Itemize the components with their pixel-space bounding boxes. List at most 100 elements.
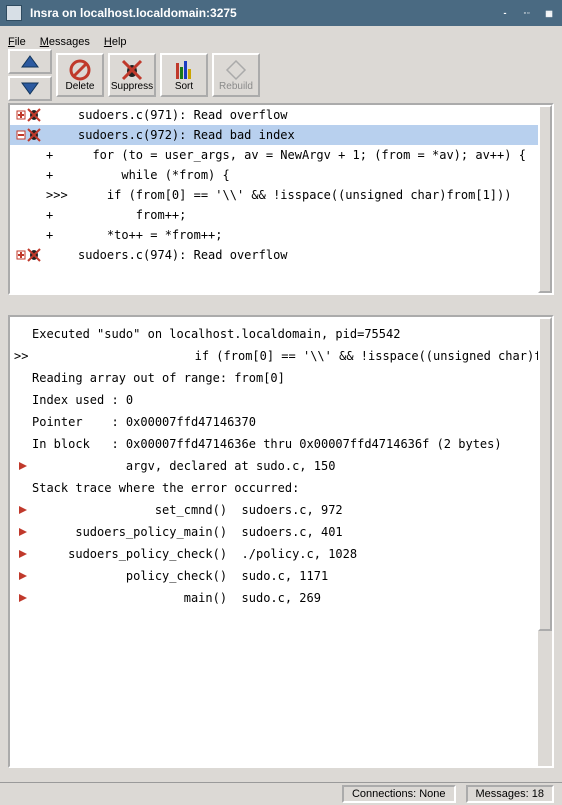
detail-text-span: main() sudo.c, 269	[32, 587, 538, 609]
status-messages: Messages: 18	[466, 785, 554, 803]
row-text: for (to = user_args, av = NewArgv + 1; (…	[78, 148, 526, 162]
minimize-button[interactable]: -	[498, 6, 512, 20]
app-icon	[6, 5, 22, 21]
bars-icon	[173, 59, 195, 81]
delete-button[interactable]: Delete	[56, 53, 104, 97]
error-row[interactable]: >>> if (from[0] == '\\' && !isspace((uns…	[10, 185, 538, 205]
error-row[interactable]: + while (*from) {	[10, 165, 538, 185]
detail-text-span: In block : 0x00007ffd4714636e thru 0x000…	[32, 433, 538, 455]
bug-cross-icon	[121, 59, 143, 81]
detail-text-span: Pointer : 0x00007ffd47146370	[32, 411, 538, 433]
detail-text-span: >> if (from[0] == '\\' && !isspace((unsi…	[14, 345, 538, 367]
row-marker: +	[46, 208, 78, 222]
status-connections: Connections: None	[342, 785, 456, 803]
expand-triangle-icon[interactable]	[14, 455, 32, 477]
expand-triangle-icon[interactable]	[14, 543, 32, 565]
detail-line: Stack trace where the error occurred:	[10, 477, 538, 499]
detail-line: sudoers_policy_main() sudoers.c, 401	[10, 521, 538, 543]
detail-line: sudoers_policy_check() ./policy.c, 1028	[10, 543, 538, 565]
window-title: Insra on localhost.localdomain:3275	[30, 6, 237, 20]
detail-pane-ruler[interactable]	[8, 768, 554, 778]
sort-button[interactable]: Sort	[160, 53, 208, 97]
minus-bug-icon	[14, 128, 46, 142]
expand-triangle-icon[interactable]	[14, 499, 32, 521]
detail-text-span: sudoers_policy_check() ./policy.c, 1028	[32, 543, 538, 565]
error-pane-ruler[interactable]	[8, 297, 554, 307]
delete-label: Delete	[66, 81, 95, 92]
expand-triangle-icon	[14, 433, 32, 455]
error-row[interactable]: + *to++ = *from++;	[10, 225, 538, 245]
error-row[interactable]: sudoers.c(974): Read overflow	[10, 245, 538, 265]
row-marker: +	[46, 148, 78, 162]
error-row[interactable]: + for (to = user_args, av = NewArgv + 1;…	[10, 145, 538, 165]
error-list-pane: sudoers.c(971): Read overflow sudoers.c(9…	[8, 103, 554, 295]
row-text: sudoers.c(972): Read bad index	[78, 128, 295, 142]
error-row[interactable]: sudoers.c(972): Read bad index	[10, 125, 538, 145]
rebuild-label: Rebuild	[219, 81, 253, 92]
detail-line: set_cmnd() sudoers.c, 972	[10, 499, 538, 521]
row-marker: >>>	[46, 188, 78, 202]
detail-text-span: Index used : 0	[32, 389, 538, 411]
maximize-button[interactable]: ▫▫	[520, 6, 534, 20]
detail-line: In block : 0x00007ffd4714636e thru 0x000…	[10, 433, 538, 455]
detail-line: Index used : 0	[10, 389, 538, 411]
error-row[interactable]: + from++;	[10, 205, 538, 225]
detail-line: argv, declared at sudo.c, 150	[10, 455, 538, 477]
error-list[interactable]: sudoers.c(971): Read overflow sudoers.c(9…	[10, 105, 538, 293]
detail-pane: Executed "sudo" on localhost.localdomain…	[8, 315, 554, 768]
diamond-icon	[225, 59, 247, 81]
suppress-label: Suppress	[111, 81, 153, 92]
detail-line: Executed "sudo" on localhost.localdomain…	[10, 323, 538, 345]
no-entry-icon	[69, 59, 91, 81]
toolbar: Delete Suppress Sort Rebuild	[0, 48, 562, 103]
arrow-up-icon	[21, 55, 39, 68]
row-marker: +	[46, 168, 78, 182]
expand-triangle-icon	[14, 477, 32, 499]
down-arrow-button[interactable]	[8, 76, 52, 101]
rebuild-button[interactable]: Rebuild	[212, 53, 260, 97]
error-list-scrollbar[interactable]	[538, 105, 552, 293]
workspace: sudoers.c(971): Read overflow sudoers.c(9…	[0, 103, 562, 782]
error-row[interactable]: sudoers.c(971): Read overflow	[10, 105, 538, 125]
row-text: sudoers.c(971): Read overflow	[78, 108, 288, 122]
detail-line: policy_check() sudo.c, 1171	[10, 565, 538, 587]
up-arrow-button[interactable]	[8, 49, 52, 74]
expand-triangle-icon[interactable]	[14, 565, 32, 587]
row-text: *to++ = *from++;	[78, 228, 223, 242]
detail-text-span: Executed "sudo" on localhost.localdomain…	[32, 323, 538, 345]
row-text: while (*from) {	[78, 168, 230, 182]
expand-triangle-icon	[14, 367, 32, 389]
menu-messages[interactable]: Messages	[40, 36, 90, 48]
row-marker: +	[46, 228, 78, 242]
expand-triangle-icon[interactable]	[14, 587, 32, 609]
arrow-down-icon	[21, 82, 39, 95]
detail-text-span: Stack trace where the error occurred:	[32, 477, 538, 499]
row-text: from++;	[78, 208, 186, 222]
expand-triangle-icon	[14, 411, 32, 433]
row-text: if (from[0] == '\\' && !isspace((unsigne…	[78, 188, 511, 202]
status-bar: Connections: None Messages: 18	[0, 782, 562, 805]
detail-text-span: sudoers_policy_main() sudoers.c, 401	[32, 521, 538, 543]
detail-line: Reading array out of range: from[0]	[10, 367, 538, 389]
sort-label: Sort	[175, 81, 193, 92]
expand-triangle-icon	[14, 389, 32, 411]
expand-triangle-icon	[14, 323, 32, 345]
menu-help[interactable]: Help	[104, 36, 127, 48]
tile-button[interactable]: ▦	[542, 6, 556, 20]
suppress-button[interactable]: Suppress	[108, 53, 156, 97]
app-window: Insra on localhost.localdomain:3275 - ▫▫…	[0, 0, 562, 805]
detail-text[interactable]: Executed "sudo" on localhost.localdomain…	[10, 317, 538, 766]
plus-bug-icon	[14, 248, 46, 262]
detail-scrollbar[interactable]	[538, 317, 552, 766]
titlebar: Insra on localhost.localdomain:3275 - ▫▫…	[0, 0, 562, 26]
menubar: File Messages Help	[0, 26, 562, 48]
detail-line: Pointer : 0x00007ffd47146370	[10, 411, 538, 433]
expand-triangle-icon[interactable]	[14, 521, 32, 543]
detail-text-span: set_cmnd() sudoers.c, 972	[32, 499, 538, 521]
detail-text-span: Reading array out of range: from[0]	[32, 367, 538, 389]
menu-file[interactable]: File	[8, 36, 26, 48]
detail-line: main() sudo.c, 269	[10, 587, 538, 609]
row-text: sudoers.c(974): Read overflow	[78, 248, 288, 262]
detail-text-span: policy_check() sudo.c, 1171	[32, 565, 538, 587]
detail-line: >> if (from[0] == '\\' && !isspace((unsi…	[10, 345, 538, 367]
